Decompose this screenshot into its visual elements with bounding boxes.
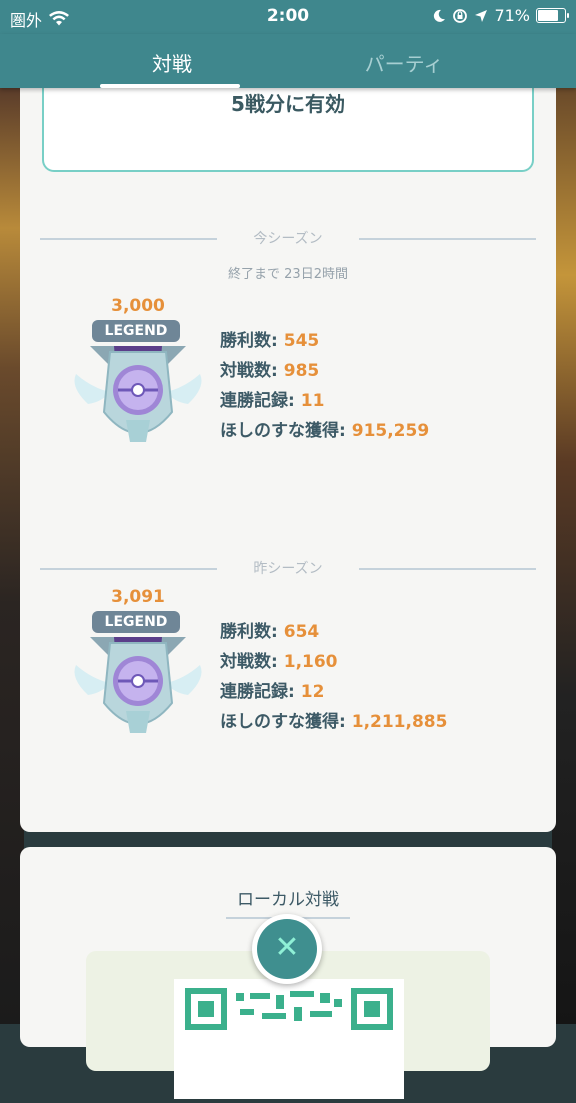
previous-rating: 3,091 [111, 587, 165, 607]
location-arrow-icon [475, 9, 488, 22]
previous-rank-label: LEGEND [92, 611, 180, 633]
stat-row: ほしのすな獲得: 1,211,885 [220, 712, 448, 732]
active-tab-indicator [100, 84, 240, 88]
stat-row: 勝利数: 654 [220, 622, 320, 642]
legend-emblem-icon [74, 346, 202, 442]
previous-rank-badge: 3,091 LEGEND [68, 587, 208, 757]
current-season-stats: 勝利数: 545 対戦数: 985 連勝記録: 11 ほしのすな獲得: 915,… [220, 326, 429, 446]
stat-row: 連勝記録: 12 [220, 682, 325, 702]
current-season-divider: 今シーズン [40, 228, 536, 248]
battery-icon [536, 8, 569, 23]
stat-row: 対戦数: 985 [220, 361, 320, 381]
status-bar: 圏外 2:00 71% [0, 0, 576, 34]
stat-row: 連勝記録: 11 [220, 391, 325, 411]
local-battle-title: ローカル対戦 [237, 890, 339, 910]
current-rank-label: LEGEND [92, 320, 180, 342]
current-rank-badge: 3,000 LEGEND [68, 296, 208, 466]
legend-emblem-icon [74, 637, 202, 733]
stat-row: 勝利数: 545 [220, 331, 320, 351]
qr-code [174, 979, 404, 1099]
tab-battle[interactable]: 対戦 [72, 48, 272, 77]
close-button[interactable]: ✕ [252, 914, 322, 984]
offer-text: 5戦分に有効 [231, 92, 345, 116]
battery-percent: 71% [494, 6, 530, 25]
stat-row: ほしのすな獲得: 915,259 [220, 421, 430, 441]
tab-bar: 対戦 パーティ [0, 34, 576, 88]
current-rating: 3,000 [111, 296, 165, 316]
tab-party[interactable]: パーティ [304, 48, 504, 77]
stat-row: 対戦数: 1,160 [220, 652, 338, 672]
season-remaining-time: 終了まで 23日2時間 [228, 267, 348, 282]
previous-season-stats: 勝利数: 654 対戦数: 1,160 連勝記録: 12 ほしのすな獲得: 1,… [220, 617, 447, 737]
close-icon: ✕ [257, 919, 317, 979]
moon-icon [434, 9, 446, 22]
battle-stats-card: 5戦分に有効 今シーズン 終了まで 23日2時間 3,000 LEGEND 勝利… [20, 60, 556, 832]
previous-season-divider: 昨シーズン [40, 558, 536, 578]
rotation-lock-icon [453, 8, 468, 23]
